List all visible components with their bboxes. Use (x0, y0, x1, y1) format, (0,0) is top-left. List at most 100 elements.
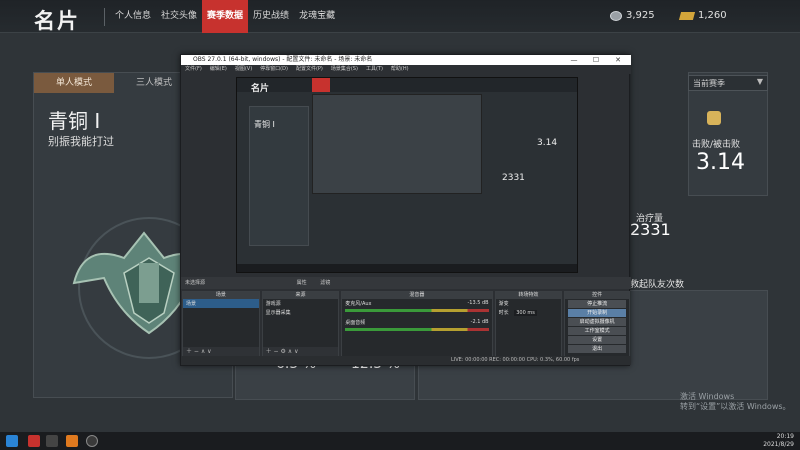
start-recording-button[interactable]: 开始录制 (568, 309, 626, 317)
transition-duration: 时长 300 ms (496, 308, 562, 317)
main-nav: 个人信息 社交头像 赛季数据 历史战绩 龙魂宝藏 (110, 0, 340, 33)
pen-app-icon[interactable] (46, 435, 58, 447)
page-title: 名片 (34, 9, 80, 33)
silver-coin-icon (610, 10, 622, 21)
watermark-line-2: 转到“设置”以激活 Windows。 (680, 402, 791, 411)
sources-dock: 来源 游戏源 显示器采集 ＋ − ⚙ ∧ ∨ (261, 291, 340, 357)
launcher-app-icon[interactable] (66, 435, 78, 447)
season-select[interactable]: 当前赛季 ▼ (688, 75, 768, 91)
scene-item[interactable]: 场景 (183, 299, 259, 308)
desktop-audio-label: 桌面音频 (345, 320, 366, 326)
gold-currency: 1,260 (678, 10, 727, 21)
minimize-button[interactable]: — (563, 55, 585, 65)
mixer-header: 混音器 (342, 292, 492, 299)
nav-dragon-treasure[interactable]: 龙魂宝藏 (294, 0, 340, 33)
gold-bar-icon (678, 11, 696, 20)
gold-amount: 1,260 (698, 10, 727, 21)
preview-taskbar (237, 264, 577, 272)
duration-label: 时长 (498, 310, 509, 316)
properties-button[interactable]: 属性 (297, 280, 307, 286)
taskbar: 20:19 2021/8/29 (0, 432, 800, 450)
preview-rank: 青铜 I (254, 120, 275, 129)
rank-subtitle: 别振我能打过 (48, 135, 114, 148)
close-button[interactable]: ✕ (607, 55, 629, 65)
mic-meter (345, 309, 489, 312)
stop-streaming-button[interactable]: 停止推流 (568, 300, 626, 308)
settings-button[interactable]: 设置 (568, 336, 626, 344)
activation-watermark: 激活 Windows 转到“设置”以激活 Windows。 (680, 392, 791, 412)
silver-currency: 3,925 (610, 10, 655, 21)
menu-view[interactable]: 视图(V) (235, 65, 252, 74)
season-select-value: 当前赛季 (693, 79, 725, 88)
heal-value: 2331 (630, 220, 671, 239)
kd-label: 击败/被击败 (692, 140, 741, 150)
silver-amount: 3,925 (626, 10, 655, 21)
chevron-down-icon: ▼ (756, 77, 763, 86)
filters-button[interactable]: 滤镜 (320, 280, 330, 286)
nav-season-data[interactable]: 赛季数据 (202, 0, 249, 33)
transitions-header: 转场特效 (495, 292, 562, 299)
rank-title: 青铜 I (48, 109, 101, 133)
menu-file[interactable]: 文件(F) (185, 65, 202, 74)
mic-label: 麦克风/Aux (345, 301, 372, 307)
scenes-footer: ＋ − ∧ ∨ (183, 347, 259, 356)
menu-tools[interactable]: 工具(T) (366, 65, 383, 74)
obs-source-toolbar: 未选择源 属性 滤镜 (181, 277, 631, 289)
kd-value: 3.14 (696, 150, 745, 175)
obs-docks: 场景 场景 ＋ − ∧ ∨ 来源 游戏源 显示器采集 ＋ − ⚙ ∧ ∨ 混音器… (181, 291, 631, 357)
controls-header: 控件 (565, 292, 629, 299)
desktop-meter (345, 328, 489, 331)
preview-active-tab (312, 78, 330, 92)
nav-match-history[interactable]: 历史战绩 (248, 0, 294, 33)
mic-db: -13.5 dB (467, 300, 489, 306)
top-bar: 名片 个人信息 社交头像 赛季数据 历史战绩 龙魂宝藏 3,925 1,260 (0, 0, 800, 33)
mask-icon (707, 111, 721, 125)
source-item-display[interactable]: 显示器采集 (263, 308, 339, 317)
duration-input[interactable]: 300 ms (514, 310, 537, 316)
no-source-label: 未选择源 (185, 280, 206, 286)
start-icon[interactable] (6, 435, 18, 447)
preview-topbar (237, 78, 577, 92)
revive-label: 救起队友次数 (630, 280, 685, 290)
obs-window: OBS 27.0.1 (64-bit, windows) - 配置文件: 未命名… (180, 54, 631, 366)
menu-scene-collection[interactable]: 场景集合(S) (331, 65, 358, 74)
studio-mode-button[interactable]: 工作室模式 (568, 327, 626, 335)
maximize-button[interactable]: ☐ (585, 55, 607, 65)
transitions-dock: 转场特效 渐变 时长 300 ms (494, 291, 563, 357)
scenes-dock: 场景 场景 ＋ − ∧ ∨ (182, 291, 260, 357)
nav-personal-info[interactable]: 个人信息 (110, 0, 156, 33)
obs-app-icon[interactable] (86, 435, 98, 447)
watermark-line-1: 激活 Windows (680, 392, 735, 401)
menu-docks[interactable]: 停靠窗口(D) (260, 65, 288, 74)
nav-social-avatar[interactable]: 社交头像 (156, 0, 202, 33)
obs-menu-bar: 文件(F) 编辑(E) 视图(V) 停靠窗口(D) 配置文件(P) 场景集合(S… (181, 65, 631, 74)
menu-profile[interactable]: 配置文件(P) (296, 65, 323, 74)
obs-title-text: OBS 27.0.1 (64-bit, windows) - 配置文件: 未命名… (193, 56, 373, 63)
menu-edit[interactable]: 编辑(E) (210, 65, 227, 74)
sources-footer: ＋ − ⚙ ∧ ∨ (262, 347, 339, 356)
preview-nested-obs (312, 94, 482, 194)
game-app-icon[interactable] (28, 435, 40, 447)
clock-date: 2021/8/29 (763, 441, 794, 448)
mixer-channel-desktop: 桌面音频 -2.1 dB (342, 318, 491, 327)
preview-kd-value: 3.14 (537, 138, 558, 148)
controls-dock: 控件 停止推流 开始录制 启动虚拟摄像机 工作室模式 设置 退出 (564, 291, 630, 357)
tab-solo-mode[interactable]: 单人模式 (34, 73, 114, 93)
mixer-channel-mic: 麦克风/Aux -13.5 dB (342, 299, 491, 308)
obs-preview[interactable]: 名片 青铜 I 3.14 2331 (236, 77, 578, 273)
clock[interactable]: 20:19 2021/8/29 (763, 433, 794, 449)
desktop-audio-db: -2.1 dB (470, 319, 489, 325)
nav-divider (104, 8, 105, 26)
obs-status-bar: LIVE: 00:00:00 REC: 00:00:00 CPU: 0.3%, … (181, 356, 631, 365)
clock-time: 20:19 (776, 433, 794, 440)
transition-type-select[interactable]: 渐变 (496, 299, 562, 308)
source-item-game[interactable]: 游戏源 (263, 299, 339, 308)
preview-rank-panel: 青铜 I (249, 106, 309, 246)
scenes-header: 场景 (183, 292, 259, 299)
exit-button[interactable]: 退出 (568, 345, 626, 353)
preview-heal-value: 2331 (502, 173, 525, 183)
preview-title: 名片 (251, 84, 270, 94)
virtual-camera-button[interactable]: 启动虚拟摄像机 (568, 318, 626, 326)
menu-help[interactable]: 帮助(H) (391, 65, 409, 74)
window-controls: — ☐ ✕ (563, 55, 629, 65)
